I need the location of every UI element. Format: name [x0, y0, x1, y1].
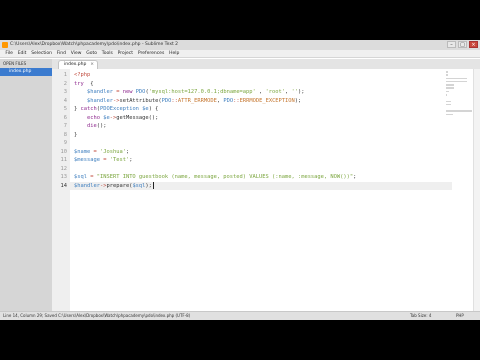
window-title: C:\Users\Alex\Dropbox\Watch\phpacademy\p… [10, 42, 179, 47]
line-number: 6 [63, 114, 67, 121]
status-message: Line 14, Column 29; Saved C:\Users\Alex\… [3, 313, 191, 318]
line-number: 4 [63, 97, 67, 104]
menu-selection[interactable]: Selection [29, 50, 55, 57]
minimap-line [446, 103, 452, 106]
code-text: $name = 'Joshua'; [74, 148, 130, 155]
code-text: die(); [86, 123, 107, 129]
window-controls: – □ × [447, 41, 478, 49]
close-window-button[interactable]: × [469, 41, 478, 48]
tab-label: index.php [64, 62, 87, 67]
code-line[interactable]: 13 $sql = "INSERT INTO guestbook (name, m… [52, 173, 452, 182]
open-files-header: OPEN FILES [3, 61, 27, 66]
menu-help[interactable]: Help [167, 50, 182, 57]
line-number: 8 [63, 131, 67, 138]
code-line[interactable]: 10 $name = 'Joshua'; [52, 148, 452, 157]
syntax-indicator[interactable]: PHP [456, 312, 464, 320]
sublime-app-icon [2, 42, 8, 48]
code-text: <?php [74, 72, 91, 78]
title-bar: C:\Users\Alex\Dropbox\Watch\phpacademy\p… [0, 40, 480, 50]
code-editor[interactable]: 1 <?php 2 try {3 $handler = new PDO('mysql:… [52, 69, 480, 311]
code-line[interactable]: 7 die(); [52, 122, 452, 131]
code-line[interactable]: 5 } catch(PDOException $e) { [52, 105, 452, 114]
code-line[interactable]: 14 $handler->prepare($sql); [52, 181, 452, 190]
code-line[interactable]: 9 [52, 139, 452, 148]
menu-edit[interactable]: Edit [15, 50, 29, 57]
sidebar: OPEN FILES index.php [0, 59, 53, 311]
line-number: 11 [60, 157, 68, 163]
code-line[interactable]: 3 $handler = new PDO('mysql:host=127.0.0… [52, 88, 452, 97]
line-number: 1 [63, 72, 67, 78]
code-text: } [74, 131, 78, 138]
tab-index-php[interactable]: index.php × [58, 60, 98, 69]
line-number: 13 [60, 174, 68, 180]
sidebar-item-index-php[interactable]: index.php [0, 68, 52, 76]
minimap-line [446, 71, 448, 73]
code-line[interactable]: 1 <?php [52, 71, 452, 80]
minimap[interactable] [446, 71, 472, 131]
code-text: echo $e->getMessage(); [86, 114, 159, 121]
menu-bar: File Edit Selection Find View Goto Tools… [0, 50, 480, 58]
code-text: try { [74, 80, 94, 87]
menu-goto[interactable]: Goto [84, 50, 100, 57]
code-text: $handler = new PDO('mysql:host=127.0.0.1… [86, 89, 305, 95]
menu-find[interactable]: Find [54, 50, 68, 57]
line-number: 10 [60, 148, 68, 155]
code-line[interactable]: 12 [52, 165, 452, 174]
tab-size-indicator[interactable]: Tab Size: 4 [410, 312, 431, 320]
line-number: 5 [63, 106, 67, 112]
menu-tools[interactable]: Tools [99, 50, 115, 57]
minimap-line [446, 74, 448, 76]
code-line[interactable]: 4 $handler->setAttribute(PDO::ATTR_ERRMO… [52, 97, 452, 106]
sublime-text-window: C:\Users\Alex\Dropbox\Watch\phpacademy\p… [0, 40, 480, 320]
line-number: 2 [63, 80, 67, 87]
maximize-button[interactable]: □ [458, 41, 467, 48]
code-line[interactable]: 6 echo $e->getMessage(); [52, 114, 452, 123]
code-text: $message = 'Test'; [74, 157, 133, 163]
minimap-line [446, 77, 468, 80]
minimap-line [446, 84, 454, 86]
minimap-line [446, 90, 449, 93]
menu-preferences[interactable]: Preferences [135, 50, 166, 57]
tab-bar: index.php × [52, 59, 480, 69]
vertical-scrollbar[interactable] [473, 69, 480, 311]
minimap-line [446, 110, 472, 112]
line-number: 14 [60, 182, 68, 189]
text-cursor [152, 181, 154, 189]
line-number: 7 [63, 123, 67, 129]
menu-file[interactable]: File [3, 50, 15, 57]
minimap-line [446, 80, 467, 83]
status-bar: Line 14, Column 29; Saved C:\Users\Alex\… [0, 311, 480, 320]
code-line[interactable]: 2 try { [52, 80, 452, 89]
menu-view[interactable]: View [68, 50, 83, 57]
tab-close-icon[interactable]: × [90, 61, 94, 69]
code-text: $handler->prepare($sql); [74, 181, 154, 189]
minimap-line [446, 100, 452, 103]
code-line[interactable]: 8} [52, 131, 452, 140]
code-text: $handler->setAttribute(PDO::ATTR_ERRMODE… [86, 97, 302, 104]
code-text: } catch(PDOException $e) { [74, 106, 159, 112]
code-line[interactable]: 11 $message = 'Test'; [52, 156, 452, 165]
line-number: 3 [63, 89, 67, 95]
code-text: $sql = "INSERT INTO guestbook (name, mes… [74, 174, 357, 180]
minimap-line [446, 87, 454, 89]
sidebar-item-label: index.php [9, 69, 32, 74]
line-number: 12 [60, 165, 68, 172]
minimize-button[interactable]: – [447, 41, 456, 48]
minimap-line [446, 113, 454, 116]
menu-project[interactable]: Project [115, 50, 135, 57]
line-number: 9 [63, 140, 67, 146]
